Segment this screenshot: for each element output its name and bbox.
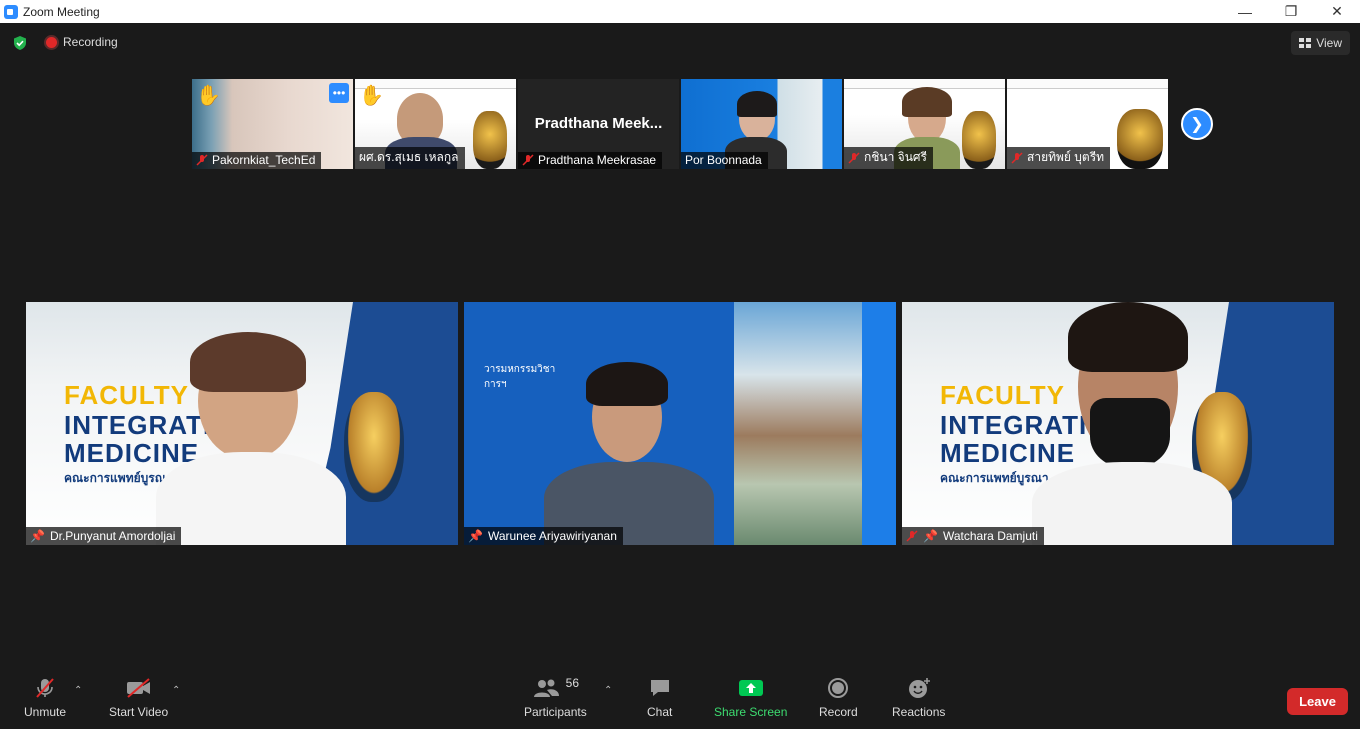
leave-button[interactable]: Leave <box>1287 688 1348 715</box>
view-button[interactable]: View <box>1291 31 1350 55</box>
participant-thumb[interactable]: ✋ ••• Pakornkiat_TechEd <box>192 79 353 169</box>
banner-line-2: INTEGRATI <box>940 410 1088 440</box>
recording-indicator[interactable]: Recording <box>46 35 118 49</box>
video-tile[interactable]: FACULTY INTEGRATI MEDICINE คณะการแพทย์บู… <box>902 302 1334 545</box>
gallery-view: FACULTY INTEGRATI MEDICINE คณะการแพทย์บู… <box>26 302 1334 545</box>
next-page-button[interactable]: ❯ <box>1181 108 1213 140</box>
start-video-label: Start Video <box>109 705 169 719</box>
maximize-button[interactable]: ❐ <box>1268 0 1314 23</box>
participant-name: Pradthana Meekrasae <box>538 153 657 167</box>
participant-thumb[interactable]: กชินา จินศรี <box>844 79 1005 169</box>
participant-display-name: Pradthana Meek... <box>534 115 663 132</box>
pin-icon: 📌 <box>923 529 938 543</box>
audio-options-caret-icon[interactable]: ⌃ <box>74 685 82 696</box>
banner-line-3: MEDICINE <box>940 438 1076 468</box>
raised-hand-icon: ✋ <box>196 85 221 107</box>
participant-name: กชินา จินศรี <box>864 150 927 164</box>
banner-line-1: FACULTY <box>940 380 1065 410</box>
video-options-caret-icon[interactable]: ⌃ <box>172 685 180 696</box>
participant-name: Watchara Damjuti <box>942 529 1038 543</box>
participants-icon <box>533 679 559 697</box>
share-screen-button[interactable]: Share Screen <box>714 673 787 719</box>
participant-name: Warunee Ariyawiriyanan <box>487 529 617 543</box>
participant-thumb[interactable]: Pradthana Meek... Pradthana Meekrasae <box>518 79 679 169</box>
start-video-button[interactable]: Start Video <box>109 673 168 719</box>
more-options-button[interactable]: ••• <box>329 83 349 103</box>
participants-button[interactable]: 56 Participants <box>524 673 587 719</box>
participants-options-caret-icon[interactable]: ⌃ <box>604 685 612 696</box>
record-icon <box>828 678 849 698</box>
participant-name: สายทิพย์ บุตรีท <box>1027 150 1105 164</box>
meeting-topbar: Recording View <box>0 23 1360 63</box>
participant-thumb[interactable]: Por Boonnada <box>681 79 842 169</box>
meeting-area: Recording View ✋ ••• Pakornkiat_TechEd ✋… <box>0 23 1360 729</box>
share-screen-label: Share Screen <box>714 705 788 719</box>
title-bar: Zoom Meeting — ❐ ✕ <box>0 0 1360 23</box>
banner-line-1: FACULTY <box>64 380 189 410</box>
grid-view-icon <box>1299 38 1312 48</box>
participants-label: Participants <box>524 705 587 719</box>
window-title: Zoom Meeting <box>23 4 100 19</box>
raised-hand-icon: ✋ <box>359 85 384 107</box>
mic-muted-icon <box>36 678 54 698</box>
video-tile[interactable]: วารมหกรรมวิชาการฯ 📌 Warunee Ariyawiriyan… <box>464 302 896 545</box>
chevron-right-icon: ❯ <box>1190 116 1204 133</box>
participant-name: Dr.Punyanut Amordoljai <box>49 529 176 543</box>
participant-count: 56 <box>565 676 580 690</box>
recording-dot-icon <box>46 36 57 48</box>
window-controls: — ❐ ✕ <box>1222 0 1360 23</box>
pin-icon: 📌 <box>30 529 45 543</box>
share-screen-icon <box>738 680 763 696</box>
zoom-app-icon <box>4 4 18 19</box>
banner-line-2: INTEGRATI <box>64 410 212 440</box>
close-button[interactable]: ✕ <box>1314 0 1360 23</box>
security-shield-icon[interactable] <box>12 35 28 51</box>
chat-button[interactable]: Chat <box>647 673 672 719</box>
view-label: View <box>1316 36 1342 50</box>
record-label: Record <box>819 705 858 719</box>
video-tile[interactable]: FACULTY INTEGRATI MEDICINE คณะการแพทย์บู… <box>26 302 458 545</box>
unmute-button[interactable]: Unmute <box>24 673 66 719</box>
mic-muted-icon <box>848 151 860 164</box>
mic-muted-icon <box>522 154 534 166</box>
participant-name: ผศ.ดร.สุเมธ เหลกูล <box>359 150 459 164</box>
participant-name: Pakornkiat_TechEd <box>212 153 316 167</box>
video-off-icon <box>126 678 150 698</box>
reactions-label: Reactions <box>892 705 946 719</box>
recording-label: Recording <box>63 35 118 49</box>
chat-icon <box>650 680 669 696</box>
participant-thumb[interactable]: ✋ ผศ.ดร.สุเมธ เหลกูล <box>355 79 516 169</box>
participant-name: Por Boonnada <box>685 153 762 167</box>
meeting-toolbar: Unmute ⌃ Start Video ⌃ 56 Participants ⌃… <box>0 673 1360 729</box>
banner-subtitle: วารมหกรรมวิชาการฯ <box>484 364 556 390</box>
unmute-label: Unmute <box>24 705 67 719</box>
participant-thumb[interactable]: สายทิพย์ บุตรีท <box>1007 79 1168 169</box>
mic-muted-icon <box>906 530 918 542</box>
chat-label: Chat <box>647 705 673 719</box>
reactions-icon <box>908 678 930 698</box>
minimize-button[interactable]: — <box>1222 0 1268 23</box>
mic-muted-icon <box>196 154 208 166</box>
participant-strip: ✋ ••• Pakornkiat_TechEd ✋ ผศ.ดร.สุเมธ เห… <box>192 79 1168 169</box>
pin-icon: 📌 <box>468 529 483 543</box>
record-button[interactable]: Record <box>819 673 858 719</box>
reactions-button[interactable]: Reactions <box>892 673 945 719</box>
mic-muted-icon <box>1011 151 1023 164</box>
